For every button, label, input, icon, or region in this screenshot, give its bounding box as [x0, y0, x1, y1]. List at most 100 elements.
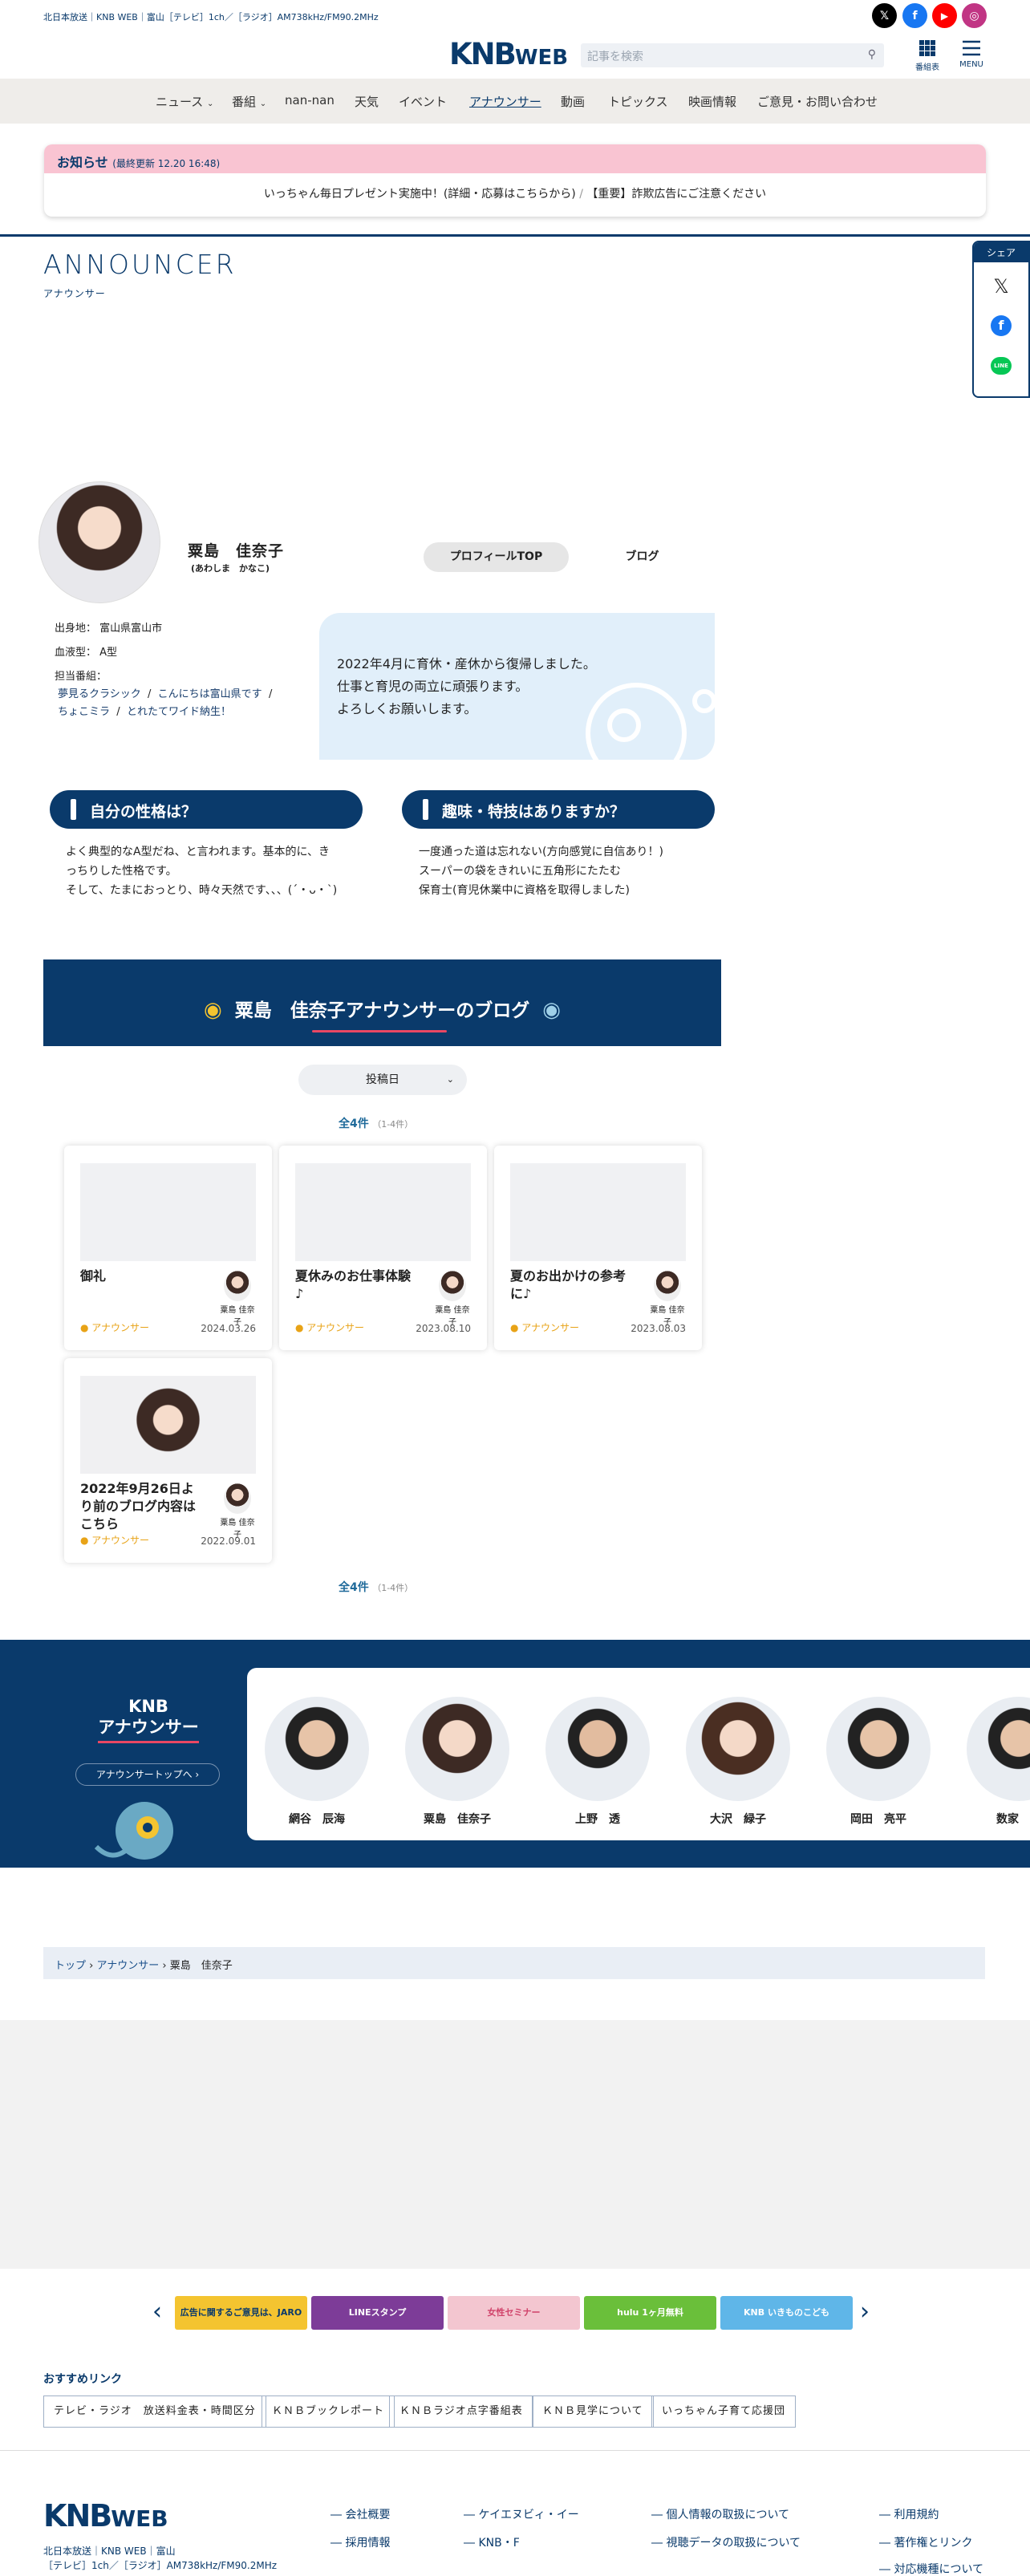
mascot-icon: ◉ [542, 998, 561, 1022]
sort-select[interactable]: 投稿日 ⌄ [298, 1065, 467, 1095]
recommend-link[interactable]: いっちゃん子育て応援団 [651, 2395, 797, 2428]
blog-card[interactable]: 2022年9月26日より前のブログ内容はこちら 粟島 佳奈子 ● アナウンサー … [64, 1358, 272, 1563]
program-link[interactable]: こんにちは富山県です [158, 688, 262, 700]
breadcrumb-home[interactable]: トップ [55, 1960, 86, 1972]
footer-link[interactable]: KNB・F [464, 2534, 519, 2550]
program-link[interactable]: 夢見るクラシック [58, 688, 141, 700]
nav-news[interactable]: ニュース ⌄ [156, 93, 213, 110]
nav-nan-nan[interactable]: nan-nan [285, 93, 335, 108]
chevron-left-icon[interactable]: ‹ [152, 2298, 162, 2326]
blog-author: 粟島 佳奈子 [649, 1271, 686, 1327]
footer-link[interactable]: 会社概要 [330, 2506, 390, 2522]
announcer-photo [405, 1697, 509, 1801]
x-icon[interactable]: 𝕏 [872, 3, 897, 28]
banner-line-stamp[interactable]: LINEスタンプ [311, 2296, 444, 2330]
blog-card[interactable]: 御礼 粟島 佳奈子 ● アナウンサー 2024.03.26 [64, 1146, 272, 1350]
program-table-button[interactable]: 番組表 [911, 39, 943, 72]
nav-event[interactable]: イベント [399, 93, 447, 110]
announcer-item[interactable]: 粟島 佳奈子 [405, 1697, 509, 1827]
programs-line2: ちょこミラ / とれたてワイド納生！ [58, 706, 231, 718]
search-icon[interactable]: ⚲ [868, 48, 876, 61]
banner-underline [312, 1030, 447, 1032]
banner-hulu[interactable]: hulu 1ヶ月無料 [584, 2296, 716, 2330]
footer-link[interactable]: 採用情報 [330, 2534, 390, 2550]
logo-sub: WEB [514, 46, 569, 70]
announcer-item[interactable]: 岡田 亮平 [826, 1697, 931, 1827]
blog-author: 粟島 佳奈子 [219, 1271, 256, 1327]
footer-link[interactable]: 個人情報の取扱について [651, 2506, 789, 2522]
program-link[interactable]: ちょこミラ [58, 706, 110, 718]
breadcrumb-current: 粟島 佳奈子 [169, 1960, 233, 1972]
footer-link[interactable]: ケイエヌビィ・イー [464, 2506, 578, 2522]
nav-topics[interactable]: トピックス [608, 93, 668, 110]
banner-jaro[interactable]: 広告に関するご意見は、JARO [175, 2296, 307, 2330]
nav-contact[interactable]: ご意見・お問い合わせ [757, 93, 878, 110]
profile-message: 2022年4月に育休・産休から復帰しました。 仕事と育児の両立に頑張ります。 よ… [319, 613, 715, 760]
share-label: シェア [974, 242, 1028, 262]
footer-link[interactable]: 著作権とリンク [879, 2534, 972, 2550]
youtube-icon[interactable]: ▶ [932, 3, 957, 28]
blog-category: ● アナウンサー [80, 1535, 150, 1546]
blog-banner-title: 粟島 佳奈子アナウンサーのブログ [234, 1000, 530, 1021]
qa-heading-hobby: 趣味・特技はありますか？ [402, 790, 715, 829]
blog-tab[interactable]: ブログ [570, 542, 715, 572]
announcer-photo [826, 1697, 931, 1801]
footer-logo[interactable]: KNBWEB [43, 2498, 168, 2533]
category-label: アナウンサー [306, 1322, 365, 1333]
announcer-top-button[interactable]: アナウンサートップへ › [75, 1763, 220, 1786]
category-label: アナウンサー [521, 1322, 580, 1333]
blog-date: 2024.03.26 [201, 1323, 256, 1334]
recommend-link[interactable]: ＫＮＢブックレポート [262, 2395, 395, 2428]
recommend-link[interactable]: ＫＮＢラジオ点字番組表 [389, 2395, 533, 2428]
footer-link[interactable]: 利用規約 [879, 2506, 939, 2522]
nav-weather[interactable]: 天気 [355, 93, 379, 110]
facebook-icon[interactable]: f [902, 3, 927, 28]
blog-card[interactable]: 夏休みのお仕事体験♪ 粟島 佳奈子 ● アナウンサー 2023.08.10 [279, 1146, 487, 1350]
qa-answer-hobby: 一度通った道は忘れない(方向感覚に自信あり！) スーパーの袋をきれいに五角形にた… [419, 842, 708, 900]
notice-box: お知らせ (最終更新 12.20 16:48) いっちゃん毎日プレゼント実施中！… [44, 144, 986, 217]
breadcrumb-section[interactable]: アナウンサー [97, 1960, 160, 1972]
announcer-photo [967, 1697, 1030, 1801]
notice-link-fraud[interactable]: 【重要】詐欺広告にご注意ください [586, 188, 766, 201]
recommend-link[interactable]: ＫＮＢ見学について [532, 2395, 654, 2428]
announcer-item[interactable]: 数家 諒 [967, 1697, 1030, 1827]
footer-link[interactable]: 対応機種について [879, 2561, 983, 2576]
menu-button[interactable]: MENU [955, 39, 987, 69]
banner-seminar[interactable]: 女性セミナー [448, 2296, 580, 2330]
x-share-icon[interactable]: 𝕏 [974, 275, 1028, 298]
blog-title: 夏休みのお仕事体験♪ [295, 1268, 412, 1301]
nav-announcer[interactable]: アナウンサー [469, 93, 541, 110]
knb-web-logo[interactable]: KNBWEB [449, 39, 568, 74]
blog-title: 夏のお出かけの参考に♪ [510, 1268, 627, 1301]
nav-news-label: ニュース [156, 95, 204, 109]
blog-category: ● アナウンサー [295, 1322, 365, 1333]
notice-link-present[interactable]: いっちゃん毎日プレゼント実施中！(詳細・応募はこちらから) [264, 188, 576, 201]
announcer-item[interactable]: 網谷 辰海 [265, 1697, 369, 1827]
facebook-share-icon[interactable]: f [991, 315, 1012, 336]
chevron-down-icon: ⌄ [446, 1074, 454, 1085]
program-link[interactable]: とれたてワイド納生！ [127, 706, 231, 718]
blog-banner: ◉ 粟島 佳奈子アナウンサーのブログ ◉ [43, 959, 721, 1046]
band-title-line2: アナウンサー [98, 1717, 199, 1743]
category-label: アナウンサー [91, 1322, 150, 1333]
banner-kids[interactable]: KNB いきものこども [720, 2296, 853, 2330]
footer-link[interactable]: 視聴データの取扱について [651, 2534, 801, 2550]
logo-main: KNB [43, 2498, 112, 2533]
profile-top-tab[interactable]: プロフィールTOP [424, 542, 569, 572]
blog-card[interactable]: 夏のお出かけの参考に♪ 粟島 佳奈子 ● アナウンサー 2023.08.03 [494, 1146, 702, 1350]
announcer-item[interactable]: 上野 透 [545, 1697, 650, 1827]
announcer-name: 網谷 辰海 [289, 1813, 345, 1826]
nav-video[interactable]: 動画 [561, 93, 585, 110]
nav-movie[interactable]: 映画情報 [688, 93, 736, 110]
recommend-link[interactable]: テレビ・ラジオ 放送料金表・時間区分 [43, 2395, 266, 2428]
chevron-right-icon[interactable]: › [860, 2298, 870, 2326]
announcer-item[interactable]: 大沢 緑子 [686, 1697, 790, 1827]
nav-programs[interactable]: 番組 ⌄ [232, 93, 266, 110]
instagram-icon[interactable]: ◎ [962, 3, 987, 28]
count-range: （1-4件） [372, 1583, 414, 1593]
footer-info-line: 北日本放送｜KNB WEB｜富山 [43, 2546, 176, 2557]
result-count-top: 全4件 （1-4件） [339, 1115, 413, 1131]
search-input[interactable]: 記事を検索 ⚲ [581, 43, 884, 67]
line-share-icon[interactable]: LINE [991, 357, 1012, 375]
notice-updated: (最終更新 12.20 16:48) [112, 158, 221, 169]
